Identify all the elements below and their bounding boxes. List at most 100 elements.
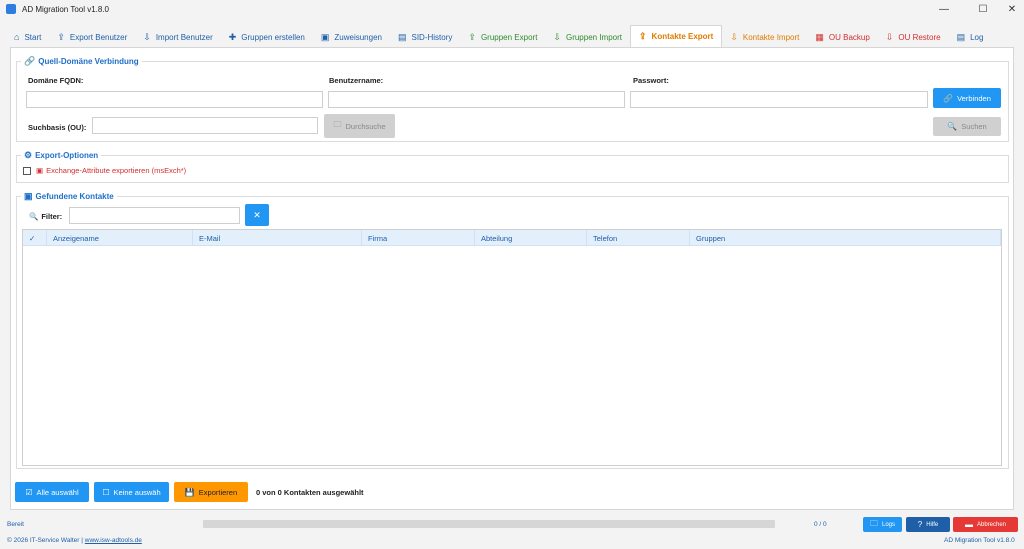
- website-link[interactable]: www.isw-adtools.de: [85, 537, 142, 544]
- contacts-title: ▣ Gefundene Kontakte: [21, 191, 117, 202]
- searchbase-label: Suchbasis (OU):: [28, 123, 87, 132]
- minimize-button[interactable]: —: [929, 0, 959, 18]
- help-button[interactable]: ? Hilfe: [906, 517, 950, 532]
- tab-label: SID-History: [411, 32, 453, 42]
- tab-label: OU Restore: [898, 32, 941, 42]
- connect-button-label: Verbinden: [957, 93, 991, 103]
- exchange-icon: ▣: [36, 166, 44, 175]
- close-window-button[interactable]: ✕: [997, 0, 1024, 18]
- browse-button-label: Durchsuche: [345, 121, 386, 131]
- tab-kontakte-export[interactable]: ⇪ Kontakte Export: [630, 25, 723, 47]
- import-user-icon: ⇩: [143, 31, 151, 42]
- tab-content: 🔗 Quell-Domäne Verbindung Domäne FQDN: B…: [10, 47, 1014, 510]
- username-label: Benutzername:: [329, 76, 384, 85]
- app-icon: [6, 4, 16, 14]
- select-all-button[interactable]: ☑ Alle auswähl: [15, 482, 89, 502]
- tab-ou-backup[interactable]: ▦ OU Backup: [807, 27, 877, 47]
- group-import-icon: ⇩: [553, 31, 561, 42]
- filter-label: Filter:: [41, 212, 63, 221]
- search-icon: 🔍: [947, 122, 958, 131]
- exchange-checkbox[interactable]: [23, 167, 31, 175]
- browse-button[interactable]: 🗀 Durchsuche: [324, 114, 395, 138]
- tab-ou-restore[interactable]: ⇩ OU Restore: [878, 27, 949, 47]
- save-icon: 💾: [184, 487, 195, 497]
- cancel-button[interactable]: ▬ Abbrechen: [953, 517, 1018, 532]
- column-header[interactable]: Anzeigename: [47, 230, 193, 246]
- log-icon: ▤: [956, 31, 966, 42]
- clear-filter-button[interactable]: ✕: [245, 204, 269, 226]
- search-icon: 🔍: [29, 212, 39, 221]
- tab-export-benutzer[interactable]: ⇪ Export Benutzer: [49, 27, 135, 47]
- exchange-option[interactable]: ▣ Exchange-Attribute exportieren (msExch…: [36, 166, 186, 175]
- tab-kontakte-import[interactable]: ⇩ Kontakte Import: [722, 27, 807, 47]
- search-button[interactable]: 🔍 Suchen: [933, 117, 1001, 136]
- column-header[interactable]: Firma: [362, 230, 475, 246]
- export-options-title: ⚙ Export-Optionen: [21, 150, 102, 161]
- stop-icon: ▬: [964, 520, 973, 529]
- export-options-group: ⚙ Export-Optionen ▣ Exchange-Attribute e…: [16, 150, 1009, 183]
- tab-label: Import Benutzer: [155, 32, 213, 42]
- tab-label: Kontakte Export: [651, 32, 714, 41]
- gear-icon: ⚙: [24, 150, 33, 160]
- domain-field[interactable]: [26, 91, 323, 108]
- tab-log[interactable]: ▤ Log: [949, 27, 992, 47]
- contact-export-icon: ⇪: [639, 31, 647, 41]
- maximize-button[interactable]: ☐: [968, 0, 998, 18]
- tab-sid-history[interactable]: ▤ SID-History: [390, 27, 460, 47]
- export-button-label: Exportieren: [198, 487, 238, 497]
- copyright-text: © 2026 IT-Service Walter | www.isw-adtoo…: [7, 537, 142, 544]
- filter-input[interactable]: [69, 207, 240, 224]
- exchange-label: Exchange-Attribute exportieren (msExch*): [46, 166, 187, 175]
- tab-gruppen-erstellen[interactable]: ✚ Gruppen erstellen: [221, 27, 313, 47]
- export-options-title-text: Export-Optionen: [35, 151, 99, 160]
- copyright: © 2026 IT-Service Walter |: [7, 537, 83, 544]
- cancel-button-label: Abbrechen: [976, 521, 1007, 528]
- link-icon: 🔗: [24, 56, 36, 66]
- username-field[interactable]: [328, 91, 625, 108]
- plus-icon: ✚: [228, 31, 237, 42]
- select-none-button[interactable]: ☐ Keine auswäh: [94, 482, 169, 502]
- grid-header: ✓ Anzeigename E-Mail Firma Abteilung Telefon G…: [23, 230, 1001, 246]
- version-text: AD Migration Tool v1.8.0: [944, 537, 1015, 544]
- contacts-title-text: Gefundene Kontakte: [35, 192, 114, 201]
- assign-icon: ▣: [320, 31, 330, 42]
- tab-zuweisungen[interactable]: ▣ Zuweisungen: [313, 27, 390, 47]
- export-button[interactable]: 💾 Exportieren: [174, 482, 248, 502]
- tab-gruppen-export[interactable]: ⇪ Gruppen Export: [460, 27, 545, 47]
- check-all-icon: ☑: [25, 487, 33, 497]
- password-field[interactable]: [630, 91, 928, 108]
- folder-icon: 🗀: [869, 518, 878, 528]
- contacts-grid[interactable]: ✓ Anzeigename E-Mail Firma Abteilung Telefon G…: [22, 229, 1002, 466]
- connect-button[interactable]: 🔗 Verbinden: [933, 88, 1001, 108]
- help-icon: ?: [917, 520, 923, 529]
- group-export-icon: ⇪: [468, 31, 476, 42]
- selection-status: 0 von 0 Kontakten ausgewählt: [256, 488, 364, 497]
- restore-icon: ⇩: [885, 31, 894, 42]
- window-title: AD Migration Tool v1.8.0: [22, 4, 110, 14]
- logs-button[interactable]: 🗀 Logs: [863, 517, 902, 532]
- tab-label: Log: [970, 32, 984, 42]
- column-header[interactable]: Abteilung: [475, 230, 587, 246]
- uncheck-icon: ☐: [102, 487, 110, 497]
- select-all-label: Alle auswähl: [36, 487, 79, 497]
- contact-import-icon: ⇩: [730, 31, 738, 42]
- tab-label: Start: [24, 32, 42, 42]
- column-header[interactable]: Gruppen: [690, 230, 1001, 246]
- tab-gruppen-import[interactable]: ⇩ Gruppen Import: [545, 27, 630, 47]
- password-label: Passwort:: [633, 76, 669, 85]
- backup-icon: ▦: [815, 31, 824, 42]
- logs-button-label: Logs: [881, 521, 895, 528]
- link-icon: 🔗: [943, 93, 954, 103]
- domain-label: Domäne FQDN:: [28, 76, 84, 85]
- select-none-label: Keine auswäh: [113, 487, 161, 497]
- column-header[interactable]: E-Mail: [193, 230, 362, 246]
- select-column-header[interactable]: ✓: [23, 230, 47, 246]
- tab-bar: ⌂ Start ⇪ Export Benutzer ⇩ Import Benutzer ✚ G…: [6, 25, 1018, 47]
- help-button-label: Hilfe: [926, 521, 939, 528]
- tab-import-benutzer[interactable]: ⇩ Import Benutzer: [135, 27, 220, 47]
- tab-start[interactable]: ⌂ Start: [6, 27, 49, 47]
- export-user-icon: ⇪: [57, 31, 65, 42]
- search-button-label: Suchen: [961, 122, 987, 131]
- searchbase-field[interactable]: [92, 117, 318, 134]
- column-header[interactable]: Telefon: [587, 230, 690, 246]
